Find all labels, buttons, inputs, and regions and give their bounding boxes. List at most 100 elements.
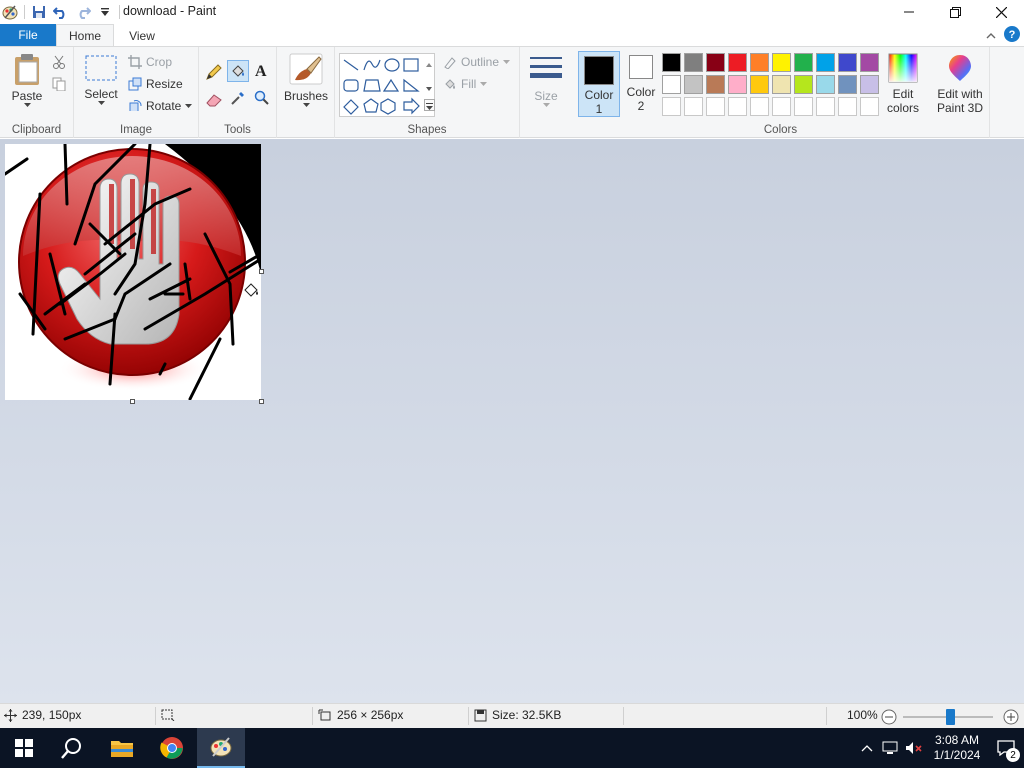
drawing-canvas[interactable]: [5, 144, 261, 400]
palette-swatch[interactable]: [728, 75, 747, 94]
image-group: Select Crop Resize Rotate Image: [74, 47, 199, 138]
resize-handle-corner[interactable]: [259, 399, 264, 404]
network-icon[interactable]: [878, 741, 902, 755]
fill-bucket-icon[interactable]: [227, 60, 249, 82]
color2-button[interactable]: Color 2: [622, 55, 660, 113]
shapes-group-label: Shapes: [407, 124, 447, 136]
shapes-gallery[interactable]: [339, 53, 435, 117]
close-button[interactable]: [978, 0, 1024, 24]
palette-swatch[interactable]: [838, 75, 857, 94]
palette-swatch[interactable]: [706, 53, 725, 72]
fill-button[interactable]: Fill: [443, 77, 488, 91]
text-tool-icon[interactable]: A: [254, 62, 270, 81]
show-hidden-icons-icon[interactable]: [856, 744, 878, 752]
palette-swatch[interactable]: [662, 53, 681, 72]
resize-handle-right[interactable]: [259, 269, 264, 274]
volume-muted-icon[interactable]: [902, 741, 926, 755]
resize-icon: [128, 77, 142, 91]
action-center-button[interactable]: 2: [988, 728, 1024, 768]
eraser-icon[interactable]: [205, 91, 223, 110]
palette-swatch[interactable]: [662, 97, 681, 116]
tab-view[interactable]: View: [114, 24, 170, 47]
size-label: Size: [534, 89, 558, 103]
canvas-area[interactable]: [0, 139, 1024, 703]
palette-swatch[interactable]: [816, 75, 835, 94]
size-button[interactable]: Size: [526, 55, 566, 108]
palette-swatch[interactable]: [728, 97, 747, 116]
collapse-ribbon-icon[interactable]: [986, 29, 996, 43]
palette-swatch[interactable]: [794, 75, 813, 94]
palette-swatch[interactable]: [684, 97, 703, 116]
window-title: download - Paint: [123, 4, 217, 18]
fill-icon: [445, 79, 455, 89]
palette-swatch[interactable]: [662, 75, 681, 94]
palette-swatch[interactable]: [860, 53, 879, 72]
move-cursor-icon: [4, 708, 17, 722]
file-explorer-button[interactable]: [98, 728, 146, 768]
undo-icon[interactable]: [53, 4, 69, 20]
minimize-button[interactable]: [886, 0, 932, 24]
brushes-button[interactable]: Brushes: [284, 53, 328, 108]
palette-swatch[interactable]: [860, 97, 879, 116]
palette-swatch[interactable]: [684, 53, 703, 72]
color1-button[interactable]: Color 1: [578, 51, 620, 117]
customize-qat-icon[interactable]: [97, 4, 113, 20]
resize-handle-bottom[interactable]: [130, 399, 135, 404]
color-picker-icon[interactable]: [230, 90, 246, 109]
outline-button[interactable]: Outline: [443, 55, 511, 69]
palette-swatch[interactable]: [684, 75, 703, 94]
palette-swatch[interactable]: [816, 53, 835, 72]
palette-swatch[interactable]: [860, 75, 879, 94]
color2-number: 2: [637, 99, 645, 113]
start-button[interactable]: [0, 728, 48, 768]
copy-icon[interactable]: [52, 77, 66, 94]
cut-icon[interactable]: [52, 55, 66, 72]
palette-swatch[interactable]: [706, 97, 725, 116]
palette-swatch[interactable]: [838, 53, 857, 72]
palette-swatch[interactable]: [794, 53, 813, 72]
palette-swatch[interactable]: [772, 97, 791, 116]
paste-button[interactable]: Paste: [8, 53, 46, 108]
shapes-group: Outline Fill Shapes: [335, 47, 520, 138]
zoom-slider-thumb[interactable]: [946, 709, 955, 725]
shapes-scroll-down-icon[interactable]: [425, 81, 433, 95]
restore-button[interactable]: [932, 0, 978, 24]
chrome-button[interactable]: [148, 728, 196, 768]
clock[interactable]: 3:08 AM 1/1/2024: [926, 733, 988, 763]
resize-button[interactable]: Resize: [128, 77, 183, 91]
rotate-button[interactable]: Rotate: [128, 99, 193, 113]
palette-swatch[interactable]: [706, 75, 725, 94]
tab-file[interactable]: File: [0, 24, 56, 46]
palette-swatch[interactable]: [750, 97, 769, 116]
help-icon[interactable]: ?: [1004, 26, 1020, 45]
zoom-level: 100%: [847, 708, 878, 722]
edit-colors-button[interactable]: Edit colors: [882, 53, 924, 115]
edit-with-paint3d-button[interactable]: Edit with Paint 3D: [934, 53, 986, 115]
zoom-out-button[interactable]: [881, 709, 897, 728]
pencil-icon[interactable]: [205, 63, 223, 84]
search-button[interactable]: [48, 728, 96, 768]
paint-taskbar-button[interactable]: [197, 728, 245, 768]
palette-swatch[interactable]: [728, 53, 747, 72]
select-button[interactable]: Select: [82, 55, 120, 106]
palette-swatch[interactable]: [750, 53, 769, 72]
redo-icon[interactable]: [75, 4, 91, 20]
paste-icon: [15, 54, 39, 85]
cursor-position-text: 239, 150px: [22, 708, 82, 722]
stop-hand-image: [5, 144, 261, 400]
palette-swatch[interactable]: [794, 97, 813, 116]
save-icon[interactable]: [31, 4, 47, 20]
palette-swatch[interactable]: [772, 53, 791, 72]
paint-app-icon[interactable]: [2, 4, 18, 20]
cursor-position: 239, 150px: [4, 708, 81, 722]
shapes-expand-icon[interactable]: [424, 99, 435, 111]
palette-swatch[interactable]: [838, 97, 857, 116]
zoom-in-button[interactable]: [1003, 709, 1019, 728]
magnifier-icon[interactable]: [254, 90, 270, 109]
palette-swatch[interactable]: [750, 75, 769, 94]
tab-home[interactable]: Home: [56, 24, 114, 47]
crop-button[interactable]: Crop: [128, 55, 172, 69]
palette-swatch[interactable]: [816, 97, 835, 116]
palette-swatch[interactable]: [772, 75, 791, 94]
shapes-scroll-up-icon[interactable]: [425, 57, 433, 71]
